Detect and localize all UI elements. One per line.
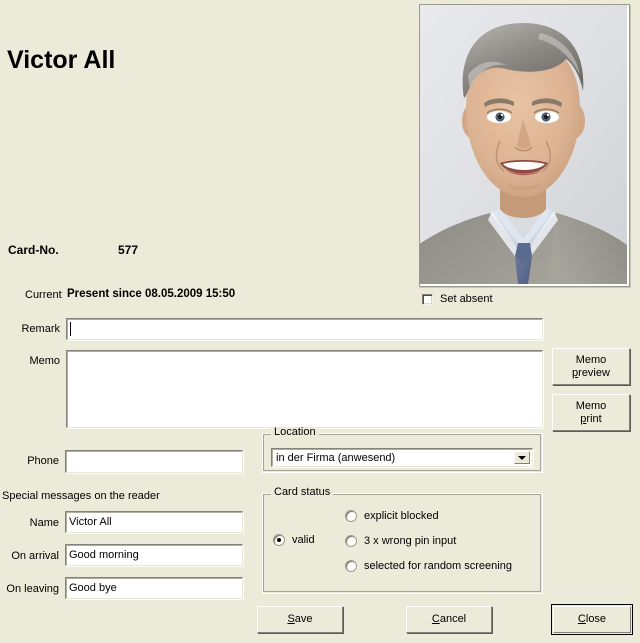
set-absent-checkbox[interactable]: Set absent	[422, 292, 493, 306]
save-button[interactable]: Save	[257, 606, 343, 633]
set-absent-label: Set absent	[440, 293, 493, 305]
chevron-down-icon[interactable]	[514, 451, 530, 464]
special-messages-title: Special messages on the reader	[2, 490, 160, 502]
portrait-photo	[419, 4, 630, 287]
radio-icon[interactable]	[273, 534, 285, 546]
card-number-value: 577	[118, 243, 139, 257]
radio-explicit-blocked[interactable]: explicit blocked	[345, 509, 439, 523]
close-accel: C	[577, 613, 586, 625]
reader-name-label: Name	[29, 517, 59, 529]
radio-wrong-pin[interactable]: 3 x wrong pin input	[345, 534, 456, 548]
page-title: Victor All	[7, 46, 116, 74]
radio-valid[interactable]: valid	[273, 533, 315, 547]
on-arrival-input[interactable]: Good morning	[65, 544, 243, 566]
close-rest: lose	[585, 613, 607, 625]
employee-card-dialog: Victor All Card-No. 577 Current Present …	[0, 0, 640, 643]
cancel-accel: C	[431, 613, 440, 625]
radio-random-screening-label: selected for random screening	[364, 560, 512, 572]
on-arrival-label: On arrival	[11, 550, 59, 562]
memo-print-rest: rint	[586, 412, 602, 425]
text-caret	[70, 322, 71, 336]
save-accel: S	[287, 613, 295, 625]
phone-label: Phone	[27, 455, 59, 467]
on-leaving-label: On leaving	[6, 583, 59, 595]
close-button[interactable]: Close	[551, 604, 633, 635]
memo-print-button[interactable]: Memo print	[552, 394, 630, 431]
memo-textarea[interactable]	[66, 350, 543, 428]
phone-input[interactable]	[65, 450, 243, 473]
memo-print-line1: Memo	[575, 399, 607, 412]
radio-valid-label: valid	[292, 534, 315, 546]
cancel-rest: ancel	[439, 613, 467, 625]
cancel-button[interactable]: Cancel	[406, 606, 492, 633]
card-status-group: Card status valid explicit blocked 3 x w…	[262, 487, 543, 594]
location-combobox[interactable]: in der Firma (anwesend)	[271, 448, 533, 467]
card-status-group-title: Card status	[271, 487, 334, 498]
location-selected-value: in der Firma (anwesend)	[276, 451, 396, 464]
checkbox-icon[interactable]	[422, 293, 433, 305]
reader-name-input[interactable]: Victor All	[65, 511, 243, 533]
memo-preview-button[interactable]: Memo preview	[552, 348, 630, 385]
location-group: Location in der Firma (anwesend)	[262, 427, 543, 473]
reader-name-value: Victor All	[69, 516, 112, 528]
remark-input[interactable]	[66, 318, 543, 340]
radio-icon[interactable]	[345, 510, 357, 522]
memo-preview-line1: Memo	[575, 353, 607, 366]
current-status-value: Present since 08.05.2009 15:50	[67, 288, 236, 300]
location-group-title: Location	[271, 427, 319, 438]
on-leaving-input[interactable]: Good bye	[65, 577, 243, 599]
memo-label: Memo	[29, 355, 60, 367]
on-arrival-value: Good morning	[69, 549, 139, 561]
radio-explicit-blocked-label: explicit blocked	[364, 510, 439, 522]
on-leaving-value: Good bye	[69, 582, 117, 594]
memo-preview-rest: review	[578, 366, 610, 379]
current-status-label: Current	[25, 289, 62, 301]
radio-icon[interactable]	[345, 560, 357, 572]
radio-wrong-pin-label: 3 x wrong pin input	[364, 535, 457, 547]
remark-label: Remark	[21, 323, 60, 335]
radio-random-screening[interactable]: selected for random screening	[345, 559, 512, 573]
radio-icon[interactable]	[345, 535, 357, 547]
save-rest: ave	[294, 613, 313, 625]
card-number-label: Card-No.	[8, 243, 59, 257]
portrait-photo-image	[420, 5, 627, 284]
